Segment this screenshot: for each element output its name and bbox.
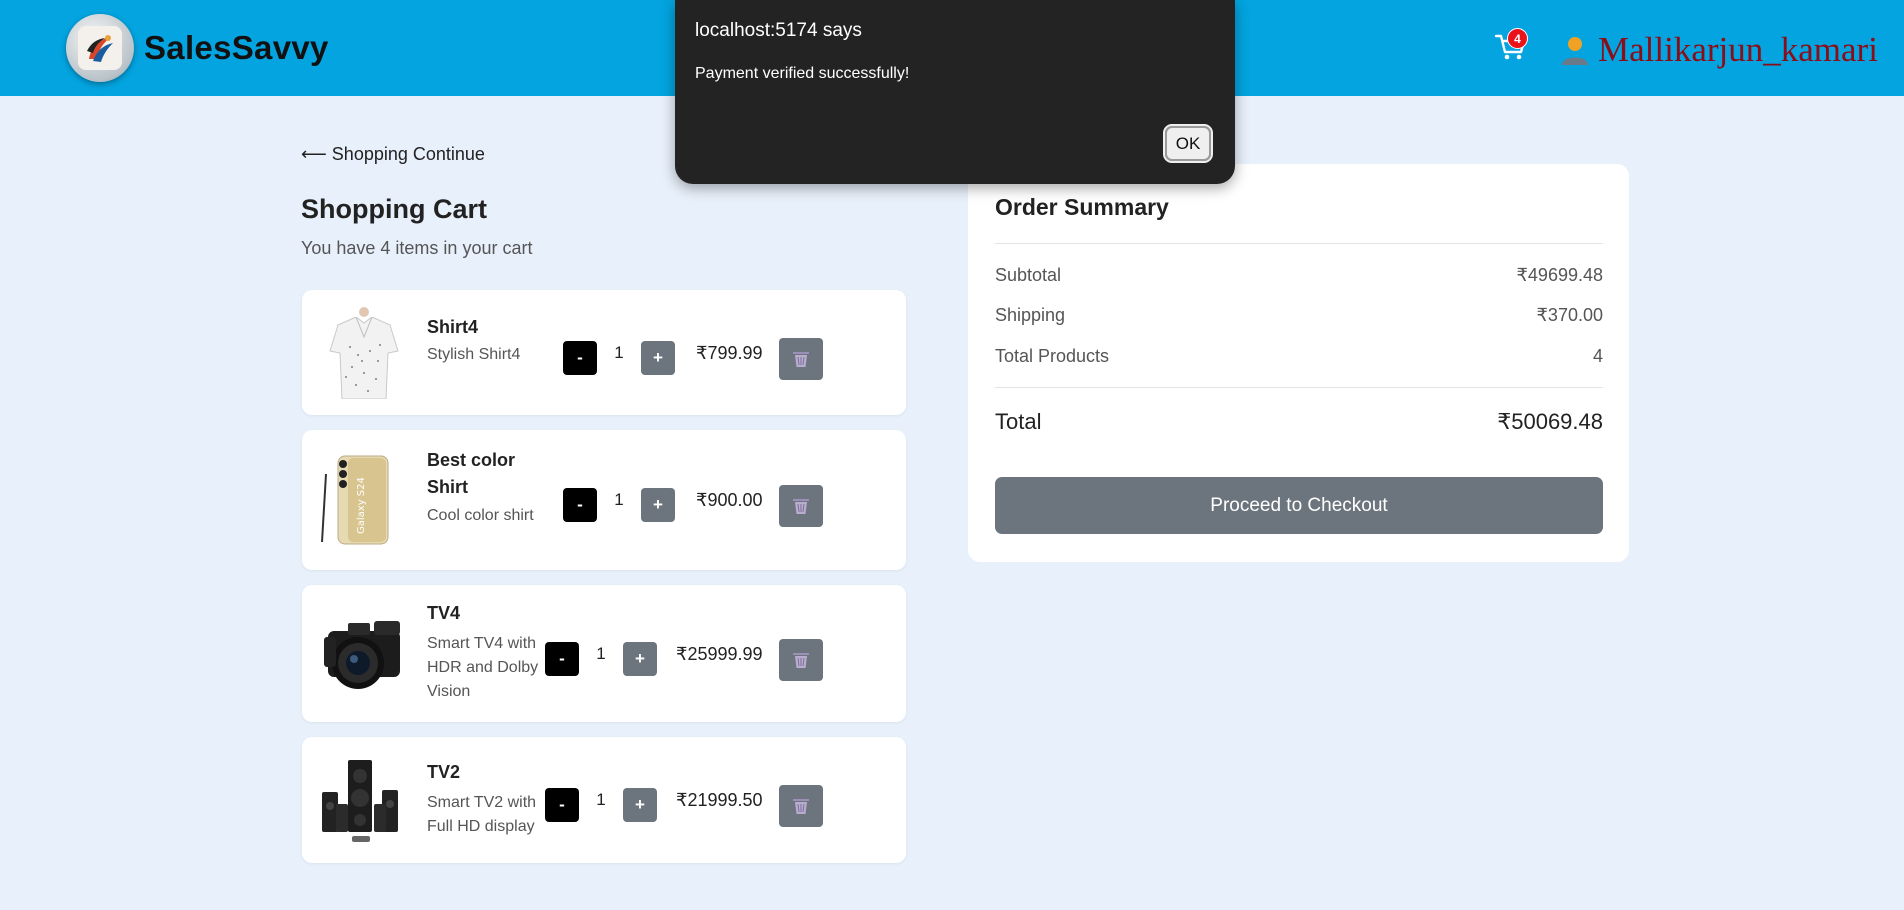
subtotal-value: ₹49699.48 bbox=[1516, 265, 1603, 285]
shopping-continue-link[interactable]: ⟵ Shopping Continue bbox=[301, 144, 485, 165]
dialog-title: localhost:5174 says bbox=[695, 20, 862, 41]
remove-item-button[interactable] bbox=[779, 338, 823, 380]
total-value: ₹50069.48 bbox=[1497, 409, 1603, 434]
item-price: ₹25999.99 bbox=[676, 644, 763, 664]
item-name: Best color Shirt bbox=[427, 450, 516, 497]
cart-item: Galaxy S24 Best color Shirt Cool color s… bbox=[302, 430, 906, 570]
increase-quantity-button[interactable]: + bbox=[641, 488, 675, 522]
total-products-value: 4 bbox=[1592, 346, 1603, 366]
dialog-message: Payment verified successfully! bbox=[695, 65, 910, 82]
subtotal-label: Subtotal bbox=[995, 265, 1062, 285]
shipping-label: Shipping bbox=[995, 305, 1066, 325]
item-price: ₹900.00 bbox=[696, 490, 763, 510]
alert-dialog: localhost:5174 says Payment verified suc… bbox=[675, 0, 1235, 184]
order-summary-panel: Order Summary Subtotal ₹49699.48 Shippin… bbox=[968, 164, 1629, 562]
trash-icon bbox=[793, 352, 809, 367]
brand-name: SalesSavvy bbox=[144, 29, 329, 66]
order-summary-title: Order Summary bbox=[995, 194, 1169, 220]
increase-quantity-button[interactable]: + bbox=[641, 341, 675, 375]
cart-item: Shirt4 Stylish Shirt4 - 1 + ₹799.99 bbox=[302, 290, 906, 415]
user-menu[interactable]: Mallikarjun_kamari bbox=[1560, 30, 1878, 70]
ok-button[interactable]: OK bbox=[1163, 124, 1213, 163]
item-description: Smart TV2 with Full HD display bbox=[427, 794, 537, 835]
quantity-value: 1 bbox=[614, 490, 624, 509]
remove-item-button[interactable] bbox=[779, 785, 823, 827]
trash-icon bbox=[793, 499, 809, 514]
page-title: Shopping Cart bbox=[301, 194, 487, 224]
quantity-value: 1 bbox=[614, 343, 624, 362]
total-products-label: Total Products bbox=[995, 346, 1110, 366]
item-description: Cool color shirt bbox=[427, 507, 534, 524]
item-price: ₹799.99 bbox=[696, 343, 763, 363]
quantity-value: 1 bbox=[596, 644, 606, 663]
item-name: TV2 bbox=[427, 762, 461, 782]
shipping-value: ₹370.00 bbox=[1536, 305, 1603, 325]
user-icon bbox=[1562, 37, 1588, 65]
cart-item-count: You have 4 items in your cart bbox=[301, 238, 533, 258]
cart-item: TV4 Smart TV4 with HDR and Dolby Vision … bbox=[302, 585, 906, 722]
trash-icon bbox=[793, 653, 809, 668]
increase-quantity-button[interactable]: + bbox=[623, 642, 657, 676]
item-name: Shirt4 bbox=[427, 317, 479, 337]
decrease-quantity-button[interactable]: - bbox=[545, 642, 579, 676]
quantity-value: 1 bbox=[596, 790, 606, 809]
total-label: Total bbox=[995, 409, 1042, 434]
cart-item: TV2 Smart TV2 with Full HD display - 1 +… bbox=[302, 737, 906, 863]
username: Mallikarjun_kamari bbox=[1598, 30, 1878, 69]
brand-logo[interactable]: SalesSavvy bbox=[66, 14, 329, 82]
svg-text:Galaxy S24: Galaxy S24 bbox=[356, 477, 367, 534]
phone-image: Galaxy S24 bbox=[318, 454, 410, 546]
speaker-image bbox=[318, 754, 410, 846]
camera-image bbox=[318, 607, 410, 699]
proceed-to-checkout-button[interactable]: Proceed to Checkout bbox=[995, 477, 1603, 534]
item-description: Smart TV4 with HDR and Dolby Vision bbox=[427, 635, 539, 700]
cart-count-badge: 4 bbox=[1507, 28, 1528, 49]
decrease-quantity-button[interactable]: - bbox=[563, 488, 597, 522]
item-name: TV4 bbox=[427, 603, 461, 623]
increase-quantity-button[interactable]: + bbox=[623, 788, 657, 822]
logo-icon bbox=[66, 14, 134, 82]
item-description: Stylish Shirt4 bbox=[427, 346, 521, 363]
decrease-quantity-button[interactable]: - bbox=[563, 341, 597, 375]
remove-item-button[interactable] bbox=[779, 639, 823, 681]
shirt-image bbox=[318, 307, 410, 399]
trash-icon bbox=[793, 799, 809, 814]
summary-divider bbox=[995, 387, 1603, 388]
remove-item-button[interactable] bbox=[779, 485, 823, 527]
summary-divider bbox=[995, 243, 1603, 244]
item-price: ₹21999.50 bbox=[676, 790, 763, 810]
decrease-quantity-button[interactable]: - bbox=[545, 788, 579, 822]
